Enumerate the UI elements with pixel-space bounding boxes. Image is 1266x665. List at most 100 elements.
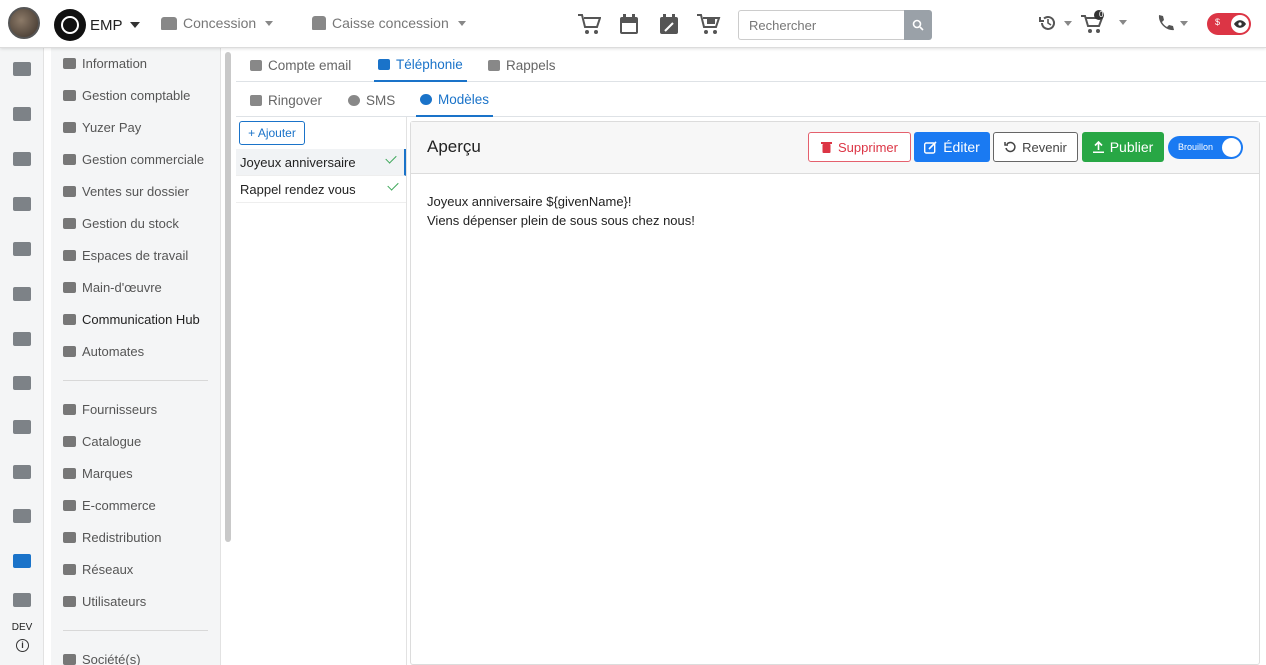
template-item-rappel-rendez-vous[interactable]: Rappel rendez vous	[236, 176, 406, 203]
chart-icon	[13, 509, 31, 523]
trash-icon	[821, 142, 833, 153]
sidebar-item-13[interactable]: E-commerce	[63, 494, 156, 516]
icon-rail	[0, 48, 44, 665]
tab-label: Compte email	[268, 57, 352, 73]
concession-dropdown[interactable]: Concession	[161, 15, 274, 31]
rail-item-bicycle[interactable]	[0, 234, 44, 264]
tab-label: Ringover	[268, 92, 323, 108]
cart-dropdown[interactable]: 0	[1080, 10, 1127, 34]
sidebar-item-label: Espaces de travail	[82, 247, 189, 263]
sidebar-item-14[interactable]: Redistribution	[63, 526, 162, 548]
history-dropdown[interactable]	[1038, 14, 1072, 32]
search-input[interactable]	[738, 10, 904, 40]
brand-menu[interactable]: EMP	[54, 9, 140, 41]
sidebar-item-label: Réseaux	[82, 561, 134, 577]
cart-moto-icon[interactable]	[696, 12, 722, 36]
preview-card: Aperçu Supprimer Éditer Revenir Publier …	[410, 121, 1260, 665]
chevron-down-icon	[1064, 20, 1072, 26]
tab-telephonie[interactable]: Téléphonie	[374, 48, 467, 82]
tab-label: SMS	[366, 92, 396, 108]
network-icon	[63, 531, 76, 543]
tab-sms[interactable]: SMS	[344, 83, 399, 117]
sidebar-item-label: Ventes sur dossier	[82, 183, 189, 199]
calendar-icon	[488, 59, 500, 71]
sidebar-scrollbar[interactable]	[225, 52, 231, 542]
sidebar-item-17[interactable]: Société(s)	[63, 648, 141, 665]
phone-dropdown[interactable]	[1156, 14, 1188, 32]
cart-icon[interactable]	[576, 12, 602, 36]
menu-divider	[63, 380, 208, 381]
search-button[interactable]	[904, 10, 932, 40]
eye-icon	[1231, 15, 1249, 33]
check-icon	[385, 152, 397, 164]
sidebar-item-1[interactable]: Gestion comptable	[63, 84, 190, 106]
undo-icon	[1004, 141, 1016, 153]
tab-rappels[interactable]: Rappels	[484, 48, 560, 82]
sidebar-item-16[interactable]: Utilisateurs	[63, 590, 146, 612]
rail-item-wrench[interactable]	[0, 412, 44, 442]
templates-list: + Ajouter Joyeux anniversaire Rappel ren…	[236, 117, 407, 665]
revert-button[interactable]: Revenir	[993, 132, 1078, 162]
warehouse-icon	[63, 217, 76, 229]
sidebar-item-2[interactable]: Yuzer Pay	[63, 116, 141, 138]
sidebar-item-0[interactable]: Information	[63, 52, 147, 74]
sidebar-item-label: Gestion commerciale	[82, 151, 205, 167]
sidebar-item-9[interactable]: Automates	[63, 340, 144, 362]
caisse-dropdown[interactable]: Caisse concession	[312, 15, 466, 31]
delete-button[interactable]: Supprimer	[808, 132, 911, 162]
sidebar-item-8[interactable]: Communication Hub	[63, 308, 200, 330]
add-template-button[interactable]: + Ajouter	[239, 121, 305, 145]
preview-line: Joyeux anniversaire ${givenName}!	[427, 194, 632, 209]
sidebar-item-6[interactable]: Espaces de travail	[63, 244, 188, 266]
rail-item-chart[interactable]	[0, 501, 44, 531]
search-bar	[738, 10, 932, 40]
sidebar-item-label: Gestion du stock	[82, 215, 179, 231]
user-avatar[interactable]	[8, 7, 40, 39]
rail-item-user-tie[interactable]	[0, 585, 44, 615]
search-icon	[912, 19, 924, 31]
toggle-knob	[1222, 138, 1241, 157]
menu-divider	[63, 630, 208, 631]
info-icon[interactable]: i	[16, 639, 29, 652]
sidebar-item-5[interactable]: Gestion du stock	[63, 212, 179, 234]
tab-compte-email[interactable]: Compte email	[246, 48, 355, 82]
calendar-wrench-icon[interactable]	[656, 12, 682, 36]
rail-item-calendar[interactable]	[0, 368, 44, 398]
bicycle-icon	[13, 242, 31, 256]
rail-item-warehouse[interactable]	[0, 324, 44, 354]
sidebar-item-label: Redistribution	[82, 529, 162, 545]
template-item-joyeux-anniversaire[interactable]: Joyeux anniversaire	[236, 149, 406, 176]
sidebar-item-15[interactable]: Réseaux	[63, 558, 133, 580]
rail-item-boxes[interactable]	[0, 279, 44, 309]
sidebar-item-12[interactable]: Marques	[63, 462, 133, 484]
window-icon	[63, 499, 76, 511]
environment-label: DEV	[11, 622, 33, 633]
rail-item-motorbike[interactable]	[0, 189, 44, 219]
draft-status-toggle[interactable]: Brouillon	[1168, 136, 1243, 159]
rail-item-ski[interactable]	[0, 144, 44, 174]
tab-label: Rappels	[506, 57, 556, 73]
sidebar-item-10[interactable]: Fournisseurs	[63, 398, 157, 420]
top-bar: EMP Concession Caisse concession Recherc…	[0, 0, 1266, 48]
rail-item-home[interactable]	[0, 54, 44, 84]
tab-modeles[interactable]: Modèles	[416, 83, 494, 117]
edit-button[interactable]: Éditer	[914, 132, 990, 162]
tab-ringover[interactable]: Ringover	[246, 83, 326, 117]
rail-item-handshake[interactable]	[0, 99, 44, 129]
edit-icon	[924, 140, 937, 154]
publish-button[interactable]: Publier	[1082, 132, 1164, 162]
cash-register-icon	[312, 16, 326, 30]
history-icon	[1039, 15, 1055, 30]
calendar-moto-icon[interactable]	[616, 12, 642, 36]
sidebar-item-3[interactable]: Gestion commerciale	[63, 148, 204, 170]
rail-item-gears[interactable]	[0, 546, 44, 576]
sidebar-item-4[interactable]: Ventes sur dossier	[63, 180, 189, 202]
building-icon	[63, 653, 76, 665]
price-mode-toggle[interactable]: $	[1207, 13, 1251, 35]
chevron-down-icon	[265, 20, 274, 26]
chevron-down-icon	[129, 22, 140, 28]
sidebar-item-7[interactable]: Main-d'œuvre	[63, 276, 162, 298]
sidebar-item-11[interactable]: Catalogue	[63, 430, 141, 452]
rail-item-dollar[interactable]	[0, 457, 44, 487]
chat-icon	[348, 94, 360, 106]
